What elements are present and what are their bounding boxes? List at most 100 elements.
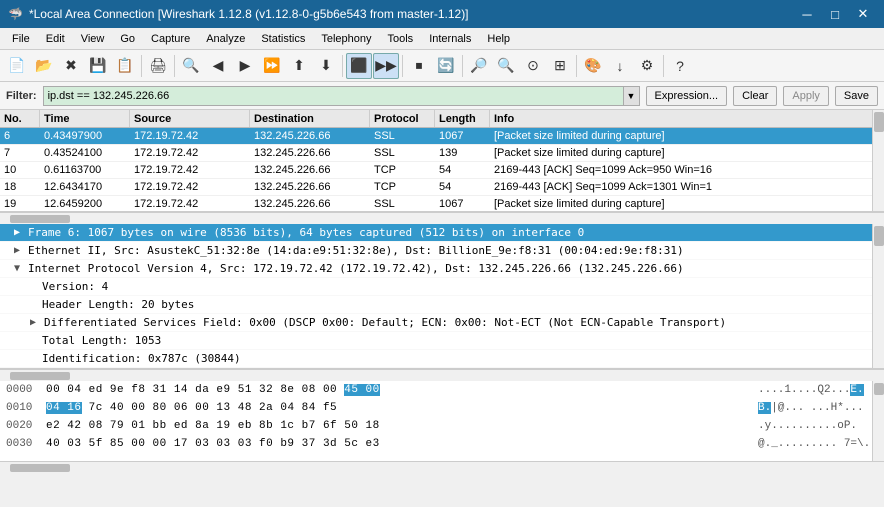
menu-file[interactable]: File: [4, 28, 38, 50]
detail-row[interactable]: Header Length: 20 bytes: [0, 296, 884, 314]
menu-statistics[interactable]: Statistics: [253, 28, 313, 50]
menu-tools[interactable]: Tools: [380, 28, 422, 50]
detail-text: Header Length: 20 bytes: [42, 298, 194, 311]
packet-cell: 2169-443 [ACK] Seq=1099 Ack=950 Win=16: [490, 162, 884, 178]
detail-row[interactable]: ▶ Differentiated Services Field: 0x00 (DS…: [0, 314, 884, 332]
filter-input[interactable]: [43, 86, 624, 106]
filter-dropdown-button[interactable]: ▼: [624, 86, 640, 106]
detail-expand-icon[interactable]: ▼: [10, 263, 24, 274]
packet-cell: 12.6434170: [40, 179, 130, 195]
menu-analyze[interactable]: Analyze: [198, 28, 253, 50]
hex-dump[interactable]: 000000 04 ed 9e f8 31 14 da e9 51 32 8e …: [0, 381, 884, 461]
jump-button[interactable]: ⏩: [259, 53, 285, 79]
zoom-in-button[interactable]: 🔎: [466, 53, 492, 79]
menu-internals[interactable]: Internals: [421, 28, 479, 50]
find-button[interactable]: 🔍: [178, 53, 204, 79]
detail-row[interactable]: Total Length: 1053: [0, 332, 884, 350]
detail-row[interactable]: Identification: 0x787c (30844): [0, 350, 884, 368]
restart-button[interactable]: 🔄: [433, 53, 459, 79]
save-as-button[interactable]: 📋: [112, 53, 138, 79]
auto-scroll-button[interactable]: ↓: [607, 53, 633, 79]
detail-row[interactable]: ▼ Internet Protocol Version 4, Src: 172.1…: [0, 260, 884, 278]
detail-row[interactable]: ▶ Frame 6: 1067 bytes on wire (8536 bits)…: [0, 224, 884, 242]
prev-button[interactable]: ◀: [205, 53, 231, 79]
packet-cell: 12.6459200: [40, 196, 130, 212]
packet-details-hscroll-thumb[interactable]: [10, 372, 70, 380]
packet-row[interactable]: 70.43524100172.19.72.42132.245.226.66SSL…: [0, 145, 884, 162]
packet-list-hscroll[interactable]: [0, 212, 884, 224]
help-btn[interactable]: ?: [667, 53, 693, 79]
detail-row[interactable]: ▶Ethernet II, Src: AsustekC_51:32:8e (14…: [0, 242, 884, 260]
detail-row[interactable]: Version: 4: [0, 278, 884, 296]
new-capture-button[interactable]: 📄: [4, 53, 30, 79]
packet-row[interactable]: 1912.6459200172.19.72.42132.245.226.66SS…: [0, 196, 884, 212]
col-header-destination: Destination: [250, 110, 370, 127]
packet-list[interactable]: No. Time Source Destination Protocol Len…: [0, 110, 884, 212]
clear-button[interactable]: Clear: [733, 86, 777, 106]
sep3: [342, 55, 343, 77]
packet-cell: 1067: [435, 128, 490, 144]
packet-row[interactable]: 100.61163700172.19.72.42132.245.226.66TC…: [0, 162, 884, 179]
next-button[interactable]: ▶: [232, 53, 258, 79]
packet-details[interactable]: ▶ Frame 6: 1067 bytes on wire (8536 bits)…: [0, 224, 884, 369]
hex-dump-scrollbar[interactable]: [872, 381, 884, 461]
expression-button[interactable]: Expression...: [646, 86, 728, 106]
zoom-reset-button[interactable]: ⊙: [520, 53, 546, 79]
detail-text: Identification: 0x787c (30844): [42, 352, 241, 365]
detail-expand-icon[interactable]: ▶: [26, 317, 40, 328]
packet-cell: 18: [0, 179, 40, 195]
settings-button[interactable]: ⚙: [634, 53, 660, 79]
packet-list-scrollbar[interactable]: [872, 110, 884, 211]
menu-telephony[interactable]: Telephony: [313, 28, 379, 50]
menu-help[interactable]: Help: [479, 28, 518, 50]
menu-go[interactable]: Go: [112, 28, 143, 50]
packet-list-hscroll-thumb[interactable]: [10, 215, 70, 223]
packet-cell: 132.245.226.66: [250, 179, 370, 195]
minimize-button[interactable]: ─: [794, 4, 820, 24]
packet-details-hscroll[interactable]: [0, 369, 884, 381]
menu-capture[interactable]: Capture: [143, 28, 198, 50]
menu-edit[interactable]: Edit: [38, 28, 73, 50]
packet-cell: 7: [0, 145, 40, 161]
packet-cell: 172.19.72.42: [130, 145, 250, 161]
packet-cell: 132.245.226.66: [250, 128, 370, 144]
packet-row[interactable]: 60.43497900172.19.72.42132.245.226.66SSL…: [0, 128, 884, 145]
save-button[interactable]: 💾: [85, 53, 111, 79]
hex-bytes: 04 16 7c 40 00 80 06 00 13 48 2a 04 84 f…: [46, 402, 758, 414]
detail-text: Differentiated Services Field: 0x00 (DSC…: [44, 316, 726, 329]
apply-button[interactable]: Apply: [783, 86, 829, 106]
detail-expand-icon[interactable]: ▶: [10, 227, 24, 238]
detail-expand-icon[interactable]: ▶: [10, 245, 24, 256]
zoom-out-button[interactable]: 🔍: [493, 53, 519, 79]
filter-bar: Filter: ▼ Expression... Clear Apply Save: [0, 82, 884, 110]
menu-view[interactable]: View: [73, 28, 113, 50]
close-button[interactable]: ✕: [850, 4, 876, 24]
colorize-button[interactable]: 🎨: [580, 53, 606, 79]
hex-dump-hscroll-thumb[interactable]: [10, 464, 70, 472]
packet-cell: 2169-443 [ACK] Seq=1099 Ack=1301 Win=1: [490, 179, 884, 195]
maximize-button[interactable]: □: [822, 4, 848, 24]
detail-text: Frame 6: 1067 bytes on wire (8536 bits),…: [28, 226, 584, 239]
packet-row[interactable]: 1812.6434170172.19.72.42132.245.226.66TC…: [0, 179, 884, 196]
capture-interfaces-button[interactable]: ⬛: [346, 53, 372, 79]
detail-text: Internet Protocol Version 4, Src: 172.19…: [28, 262, 684, 275]
hex-rows: 000000 04 ed 9e f8 31 14 da e9 51 32 8e …: [0, 381, 884, 453]
stop-button[interactable]: ⏹: [406, 53, 432, 79]
packet-cell: TCP: [370, 162, 435, 178]
packet-cell: 0.43524100: [40, 145, 130, 161]
hex-ascii: B.|@... ...H*...: [758, 402, 878, 414]
export-button[interactable]: ⬆: [286, 53, 312, 79]
zoom-fit-button[interactable]: ⊞: [547, 53, 573, 79]
hex-dump-hscroll[interactable]: [0, 461, 884, 473]
close-button2[interactable]: ✖: [58, 53, 84, 79]
capture-options-button[interactable]: ▶▶: [373, 53, 399, 79]
main-content: No. Time Source Destination Protocol Len…: [0, 110, 884, 507]
packet-cell: TCP: [370, 179, 435, 195]
save-filter-button[interactable]: Save: [835, 86, 878, 106]
import-button[interactable]: ⬇: [313, 53, 339, 79]
print-button[interactable]: 🖨: [145, 53, 171, 79]
packet-cell: 19: [0, 196, 40, 212]
open-button[interactable]: 📂: [31, 53, 57, 79]
packet-details-scrollbar[interactable]: [872, 224, 884, 368]
col-header-info: Info: [490, 110, 884, 127]
